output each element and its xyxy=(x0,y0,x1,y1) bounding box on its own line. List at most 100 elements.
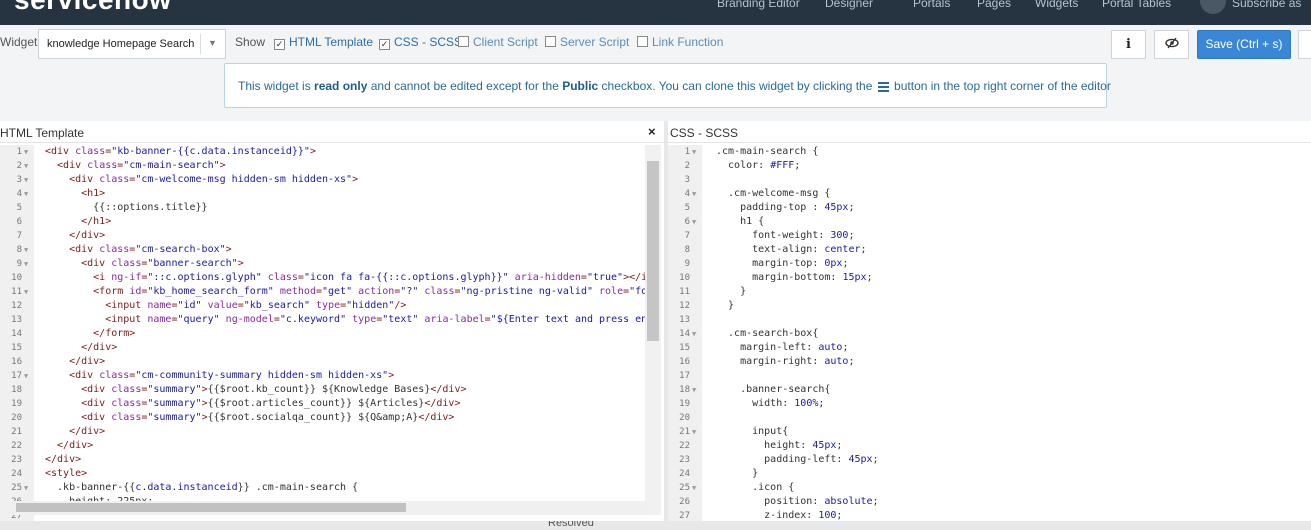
fold-arrow-icon[interactable]: ▼ xyxy=(692,481,696,495)
nav-item-pages[interactable]: Pages xyxy=(977,0,1011,10)
notice-text-1: This widget is xyxy=(238,79,315,93)
code-text: width: 100%; xyxy=(716,398,825,409)
code-text: </div> xyxy=(45,440,94,451)
line-number: 9 xyxy=(16,259,22,269)
line-number: 18 xyxy=(679,385,690,395)
user-name[interactable]: Subscribe as xyxy=(1232,0,1301,10)
code-text: <h1> xyxy=(45,188,106,199)
line-number: 11 xyxy=(11,287,22,297)
line-number: 12 xyxy=(11,301,22,311)
fold-arrow-icon[interactable]: ▼ xyxy=(24,145,28,159)
fold-arrow-icon[interactable]: ▼ xyxy=(24,159,28,173)
fold-arrow-icon[interactable]: ▼ xyxy=(24,187,28,201)
checkbox-checked-icon[interactable]: ✓ xyxy=(379,39,390,50)
code-text: .icon { xyxy=(716,482,795,493)
servicenow-logo[interactable]: servicenow xyxy=(14,0,172,16)
fold-arrow-icon[interactable]: ▼ xyxy=(24,369,28,383)
line-number: 1 xyxy=(684,147,690,157)
line-number: 14 xyxy=(679,329,690,339)
checkbox-unchecked-icon[interactable] xyxy=(458,36,469,47)
line-number: 9 xyxy=(684,259,690,269)
code-text: } xyxy=(716,300,735,311)
code-text: <div class="cm-search-box"> xyxy=(45,244,232,255)
checkbox-checked-icon[interactable]: ✓ xyxy=(274,39,285,50)
fold-arrow-icon[interactable]: ▼ xyxy=(692,327,696,341)
vertical-scrollbar-thumb[interactable] xyxy=(647,161,659,341)
code-text: </div> xyxy=(45,454,82,465)
line-number: 6 xyxy=(16,217,22,227)
user-avatar[interactable] xyxy=(1200,0,1226,14)
checkbox-unchecked-icon[interactable] xyxy=(637,36,648,47)
checkbox-html-template[interactable]: ✓ HTML Template xyxy=(274,35,373,50)
line-number: 24 xyxy=(679,469,690,479)
code-text: </form> xyxy=(45,328,136,339)
notice-text-2: and cannot be edited except for the xyxy=(367,79,563,93)
toggle-preview-button[interactable] xyxy=(1154,30,1189,59)
checkbox-client-script[interactable]: Client Script xyxy=(458,35,538,49)
close-icon[interactable]: × xyxy=(648,124,656,139)
line-number: 21 xyxy=(11,427,22,437)
checkbox-css-scss[interactable]: ✓ CSS - SCSS xyxy=(379,35,462,50)
line-number: 16 xyxy=(11,357,22,367)
nav-item-widgets[interactable]: Widgets xyxy=(1035,0,1078,10)
menu-button[interactable] xyxy=(1298,30,1311,59)
line-number: 19 xyxy=(679,399,690,409)
select-divider xyxy=(200,34,201,54)
code-text: </h1> xyxy=(45,216,112,227)
line-number: 8 xyxy=(684,245,690,255)
fold-arrow-icon[interactable]: ▼ xyxy=(692,383,696,397)
code-text: <div class="banner-search"> xyxy=(45,258,244,269)
line-number: 4 xyxy=(684,189,690,199)
fold-arrow-icon[interactable]: ▼ xyxy=(692,187,696,201)
fold-arrow-icon[interactable]: ▼ xyxy=(24,481,28,495)
widget-select[interactable]: knowledge Homepage Search ▼ xyxy=(38,29,226,59)
nav-item-branding-editor[interactable]: Branding Editor xyxy=(717,0,800,10)
widget-label: Widget xyxy=(0,35,38,49)
panel-title: CSS - SCSS xyxy=(670,126,739,140)
line-number: 16 xyxy=(679,357,690,367)
line-number: 11 xyxy=(679,287,690,297)
css-scss-header: CSS - SCSS xyxy=(668,121,1311,143)
fold-arrow-icon[interactable]: ▼ xyxy=(24,173,28,187)
fold-arrow-icon[interactable]: ▼ xyxy=(692,145,696,159)
fold-arrow-icon[interactable]: ▼ xyxy=(692,425,696,439)
css-scss-panel: CSS - SCSS 1 ▼ .cm-main-search {2 color: #… xyxy=(668,121,1311,523)
save-button[interactable]: Save (Ctrl + s) xyxy=(1197,30,1291,59)
checkbox-label: CSS - SCSS xyxy=(394,35,463,49)
top-navigation-bar: servicenow Branding Editor Designer Port… xyxy=(0,0,1311,25)
horizontal-scrollbar-thumb[interactable] xyxy=(16,503,406,512)
info-button[interactable]: i xyxy=(1111,30,1146,59)
fold-arrow-icon[interactable]: ▼ xyxy=(24,243,28,257)
nav-item-portal-tables[interactable]: Portal Tables xyxy=(1102,0,1171,10)
line-number: 19 xyxy=(11,399,22,409)
code-text: .cm-search-box{ xyxy=(716,328,819,339)
chevron-down-icon[interactable]: ▼ xyxy=(208,38,217,48)
code-text: margin-left: auto; xyxy=(716,342,849,353)
panel-divider[interactable] xyxy=(664,121,668,523)
line-number: 1 xyxy=(16,147,22,157)
nav-item-designer[interactable]: Designer xyxy=(825,0,873,10)
code-text: <div class="kb-banner-{{c.data.instancei… xyxy=(45,146,316,157)
html-code-editor[interactable]: 1 ▼ <div class="kb-banner-{{c.data.instanc… xyxy=(0,145,664,523)
code-text: <div class="cm-community-summary hidden-… xyxy=(45,370,395,381)
line-number: 5 xyxy=(684,203,690,213)
fold-arrow-icon[interactable]: ▼ xyxy=(692,215,696,229)
notice-message: This widget is read only and cannot be e… xyxy=(238,79,1111,94)
fold-arrow-icon[interactable]: ▼ xyxy=(24,285,28,299)
fold-arrow-icon[interactable]: ▼ xyxy=(24,257,28,271)
code-text: text-align: center; xyxy=(716,244,867,255)
code-text: <input name="query" ng-model="c.keyword"… xyxy=(45,314,660,325)
line-number: 4 xyxy=(16,189,22,199)
code-text: .kb-banner-{{c.data.instanceid}} .cm-mai… xyxy=(45,482,359,493)
panel-title: HTML Template xyxy=(0,126,85,140)
line-number: 26 xyxy=(679,497,690,507)
checkbox-server-script[interactable]: Server Script xyxy=(545,35,629,49)
nav-item-portals[interactable]: Portals xyxy=(913,0,950,10)
hamburger-icon xyxy=(877,80,889,94)
line-number: 17 xyxy=(679,371,690,381)
notice-text-4: button in the top right corner of the ed… xyxy=(890,79,1111,93)
line-number: 7 xyxy=(684,231,690,241)
checkbox-link-function[interactable]: Link Function xyxy=(637,35,723,49)
checkbox-unchecked-icon[interactable] xyxy=(545,36,556,47)
css-code-editor[interactable]: 1 ▼ .cm-main-search {2 color: #FFF; 3 4 ▼ .cm… xyxy=(668,145,1311,523)
